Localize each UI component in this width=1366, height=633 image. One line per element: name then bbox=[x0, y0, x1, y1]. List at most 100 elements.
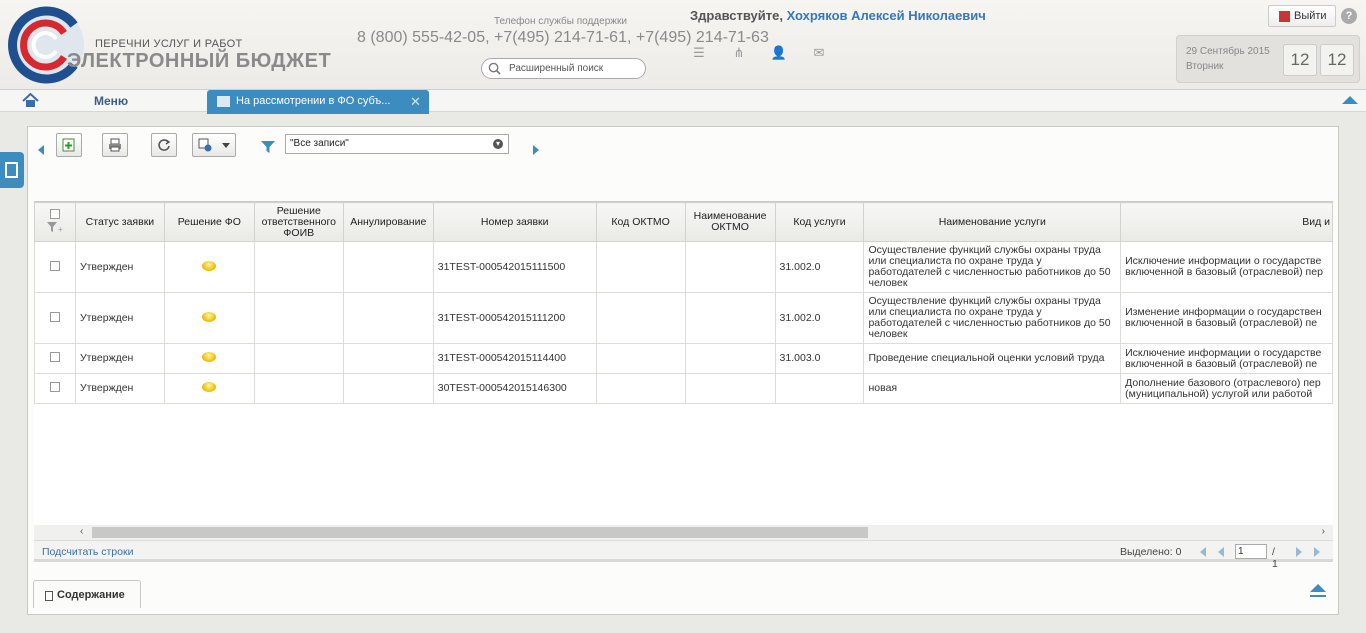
list-icon[interactable]: ☰ bbox=[690, 46, 708, 60]
table-row[interactable]: Утвержден 30TEST-000542015146300 новая Д… bbox=[34, 373, 1333, 404]
service-name-cell: новая bbox=[863, 373, 1122, 404]
expand-panel-bar bbox=[1310, 595, 1326, 597]
first-page-icon[interactable] bbox=[1200, 547, 1206, 557]
prev-page-icon[interactable] bbox=[1218, 547, 1224, 557]
hierarchy-icon[interactable]: ⋔ bbox=[730, 46, 748, 60]
service-name-cell: Осуществление функций службы охраны труд… bbox=[863, 241, 1122, 293]
add-record-button[interactable] bbox=[56, 133, 82, 157]
refresh-icon bbox=[158, 139, 171, 151]
user-name-link[interactable]: Хохряков Алексей Николаевич bbox=[787, 8, 986, 23]
column-header[interactable]: Код услуги bbox=[774, 202, 865, 242]
close-icon[interactable]: ✕ bbox=[410, 94, 421, 110]
selected-count: Выделено: 0 bbox=[1120, 546, 1182, 558]
scroll-left-icon[interactable]: ‹ bbox=[80, 526, 83, 537]
row-checkbox[interactable] bbox=[49, 352, 60, 362]
table-row[interactable]: Утвержден 31TEST-000542015111200 31.002.… bbox=[34, 292, 1333, 344]
annulment-cell bbox=[342, 343, 434, 374]
requests-table: + Статус заявки Решение ФО Решение ответ… bbox=[34, 201, 1333, 541]
status-dot-icon bbox=[202, 382, 217, 392]
status-cell: Утвержден bbox=[74, 373, 165, 404]
tab-contents-label: Содержание bbox=[57, 589, 125, 601]
chevron-down-icon bbox=[222, 143, 230, 148]
home-icon[interactable] bbox=[22, 93, 39, 108]
select-all-header[interactable]: + bbox=[34, 202, 76, 242]
column-header[interactable]: Решение ФО bbox=[163, 202, 255, 242]
foiv-decision-cell bbox=[253, 241, 344, 293]
logo-subtitle: ПЕРЕЧНИ УСЛУГ И РАБОТ bbox=[95, 38, 243, 50]
fo-decision-cell bbox=[163, 343, 255, 374]
calculator-icon bbox=[5, 162, 18, 178]
row-select-cell[interactable] bbox=[34, 343, 76, 374]
foiv-decision-cell bbox=[253, 292, 344, 344]
settings-dropdown-button[interactable] bbox=[192, 133, 236, 157]
service-name-cell: Проведение специальной оценки условий тр… bbox=[863, 343, 1122, 374]
print-button[interactable] bbox=[102, 133, 128, 157]
row-checkbox[interactable] bbox=[49, 260, 60, 271]
clock-hours: 12 bbox=[1283, 44, 1317, 76]
column-header[interactable]: Статус заявки bbox=[74, 202, 165, 242]
row-select-cell[interactable] bbox=[34, 241, 76, 293]
table-footer: Подсчитать строки Выделено: 0 1 / 1 bbox=[34, 540, 1333, 570]
fo-decision-cell bbox=[163, 373, 255, 404]
column-header[interactable]: Аннулирование bbox=[342, 202, 434, 242]
horizontal-scrollbar[interactable]: ‹ › bbox=[34, 525, 1333, 540]
column-header[interactable]: Номер заявки bbox=[432, 202, 597, 242]
column-header[interactable]: Наименование услуги bbox=[863, 202, 1122, 242]
scroll-right-icon[interactable]: › bbox=[1322, 526, 1325, 537]
logout-label: Выйти bbox=[1294, 10, 1327, 22]
row-checkbox[interactable] bbox=[49, 311, 60, 322]
logout-button[interactable]: Выйти bbox=[1268, 5, 1336, 27]
tab-pending-review[interactable]: На рассмотрении в ФО субъ... ✕ bbox=[207, 90, 429, 114]
request-number-cell: 30TEST-000542015146300 bbox=[432, 373, 597, 404]
logo-title: ЭЛЕКТРОННЫЙ БЮДЖЕТ bbox=[67, 50, 332, 72]
toolbar-scroll-left-icon[interactable] bbox=[38, 145, 44, 155]
menu-button[interactable]: Меню bbox=[94, 94, 128, 108]
toolbar: "Все записи" ▾ bbox=[34, 129, 1334, 163]
fo-decision-cell bbox=[163, 241, 255, 293]
tab-contents[interactable]: Содержание bbox=[33, 580, 141, 608]
row-checkbox[interactable] bbox=[49, 382, 60, 392]
count-rows-link[interactable]: Подсчитать строки bbox=[42, 546, 133, 558]
next-page-icon[interactable] bbox=[1296, 547, 1302, 557]
kind-cell: Дополнение базового (отраслевого) пер (м… bbox=[1120, 373, 1333, 404]
collapse-header-icon[interactable] bbox=[1342, 96, 1358, 104]
main-panel: "Все записи" ▾ + Статус заявки Решение Ф… bbox=[27, 126, 1339, 615]
search-placeholder: Расширенный поиск bbox=[509, 63, 604, 74]
oktmo-name-cell bbox=[684, 373, 776, 404]
page-number-input[interactable]: 1 bbox=[1235, 544, 1267, 559]
records-filter-select[interactable]: "Все записи" ▾ bbox=[285, 134, 509, 154]
fo-decision-cell bbox=[163, 292, 255, 344]
column-header[interactable]: Наименование ОКТМО bbox=[684, 202, 776, 242]
table-row[interactable]: Утвержден 31TEST-000542015114400 31.003.… bbox=[34, 343, 1333, 374]
chevron-down-icon: ▾ bbox=[493, 139, 503, 149]
column-header[interactable]: Решение ответственного ФОИВ bbox=[253, 202, 344, 242]
table-settings-icon bbox=[198, 138, 212, 152]
kind-cell: Изменение информации о государствен вклю… bbox=[1120, 292, 1333, 344]
scrollbar-thumb[interactable] bbox=[92, 527, 868, 538]
row-select-cell[interactable] bbox=[34, 292, 76, 344]
extended-search-input[interactable]: Расширенный поиск bbox=[481, 58, 646, 79]
mail-icon[interactable]: ✉ bbox=[810, 46, 828, 60]
weekday-text: Вторник bbox=[1186, 61, 1224, 72]
table-row[interactable]: Утвержден 31TEST-000542015111500 31.002.… bbox=[34, 241, 1333, 293]
clock-minutes: 12 bbox=[1320, 44, 1354, 76]
app-header: ПЕРЕЧНИ УСЛУГ И РАБОТ ЭЛЕКТРОННЫЙ БЮДЖЕТ… bbox=[0, 0, 1366, 90]
exit-icon bbox=[1279, 11, 1290, 22]
row-select-cell[interactable] bbox=[34, 373, 76, 404]
column-header[interactable]: Вид и bbox=[1120, 202, 1333, 242]
users-icon[interactable]: 👤 bbox=[770, 46, 788, 60]
service-code-cell bbox=[774, 373, 865, 404]
filter-icon[interactable]: + bbox=[46, 221, 63, 234]
service-name-cell: Осуществление функций службы охраны труд… bbox=[863, 292, 1122, 344]
select-all-checkbox[interactable] bbox=[49, 208, 60, 219]
last-page-icon[interactable] bbox=[1314, 547, 1320, 557]
header-icons: ☰ ⋔ 👤 ✉ bbox=[690, 46, 828, 60]
column-header[interactable]: Код ОКТМО bbox=[595, 202, 686, 242]
add-document-icon bbox=[62, 138, 75, 152]
side-panel-tab[interactable] bbox=[0, 152, 24, 188]
help-icon[interactable]: ? bbox=[1341, 8, 1357, 24]
toolbar-scroll-right-icon[interactable] bbox=[533, 145, 539, 155]
expand-panel-icon[interactable] bbox=[1310, 584, 1326, 592]
status-dot-icon bbox=[202, 260, 217, 271]
refresh-button[interactable] bbox=[151, 133, 177, 157]
